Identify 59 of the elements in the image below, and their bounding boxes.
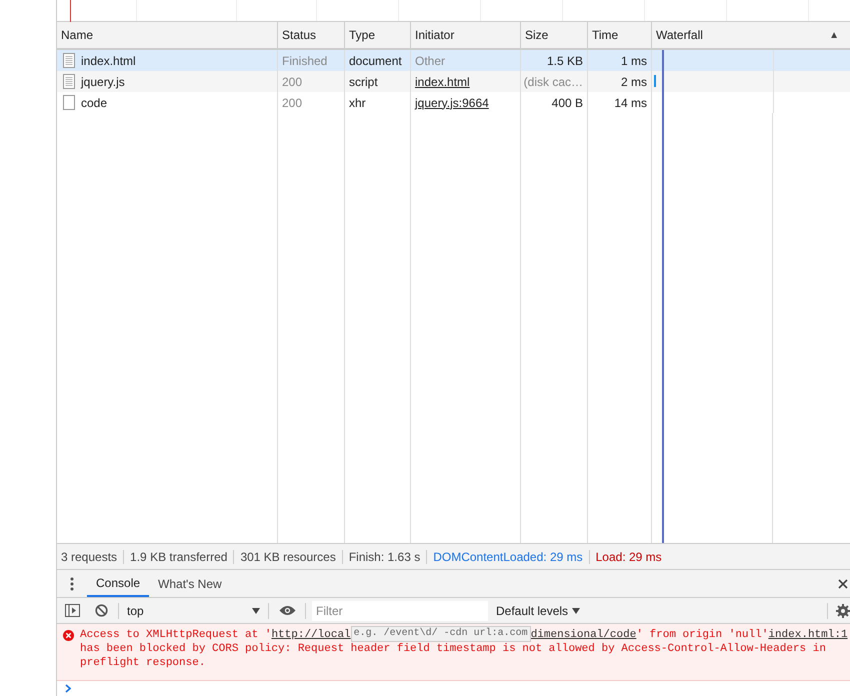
status-text: 200 [282, 94, 302, 112]
time-text: 2 ms [620, 74, 647, 90]
size-text: 400 B [552, 94, 583, 112]
initiator-text: Other [415, 52, 446, 70]
column-header[interactable]: Size [521, 22, 588, 48]
prompt-icon [65, 684, 71, 693]
load-marker [70, 0, 71, 22]
size-text: (disk cac… [524, 74, 583, 90]
summary-text: 3 requests [61, 548, 118, 566]
error-text: has been blocked by CORS policy: Request header field timestamp is not allowed by Access-Control-Allow-Headers in preflight response. [80, 642, 827, 670]
file-icon [63, 95, 75, 110]
drawer-tab[interactable]: What's New [149, 570, 231, 597]
source-link[interactable]: index.html:1 [768, 628, 848, 642]
type-text: script [349, 74, 378, 90]
url-link[interactable]: http://local [271, 628, 351, 642]
sidebar-toggle-icon[interactable] [65, 604, 80, 617]
file-name: code [81, 94, 108, 112]
initiator-link[interactable]: index.html [415, 72, 470, 90]
file-name: jquery.js [81, 74, 125, 90]
summary-text: 1.9 KB transferred [130, 548, 228, 566]
filter-tooltip: e.g. /event\d/ -cdn url:a.com [350, 626, 531, 642]
caret-icon [572, 608, 580, 614]
eye-icon[interactable] [279, 605, 296, 616]
size-text: 1.5 KB [546, 52, 583, 70]
caret-icon [252, 608, 260, 614]
type-text: document [349, 52, 402, 70]
time-text: 14 ms [614, 94, 647, 112]
column-header[interactable]: Type [345, 22, 411, 48]
column-header[interactable]: Name [57, 22, 278, 48]
error-text: Access to XMLHttpRequest at ' [80, 628, 272, 642]
column-header[interactable]: Time [588, 22, 652, 48]
context-dropdown[interactable]: top [127, 602, 264, 620]
sort-indicator[interactable]: ▲ [829, 28, 839, 42]
url-link[interactable]: dimensional/code [530, 628, 636, 642]
filter-field[interactable]: Filter [312, 600, 488, 620]
time-text: 1 ms [620, 52, 647, 70]
request-row[interactable]: jquery.js 200 script index.html (disk cac… 2 ms [57, 71, 850, 92]
settings-icon[interactable] [836, 604, 850, 618]
summary-text: DOMContentLoaded: 29 ms [433, 548, 583, 566]
summary-text: 301 KB resources [240, 548, 336, 566]
file-icon [63, 74, 75, 89]
column-header[interactable]: Status [278, 22, 345, 48]
summary-text: Load: 29 ms [596, 548, 662, 566]
initiator-link[interactable]: jquery.js:9664 [415, 94, 489, 112]
summary-text: Finish: 1.63 s [348, 548, 420, 566]
column-header[interactable]: Waterfall [656, 26, 703, 44]
levels-dropdown[interactable]: Default levels [496, 602, 580, 620]
error-text: ' from origin 'null' [636, 628, 768, 642]
status-text: Finished [282, 52, 328, 70]
close-icon[interactable] [838, 578, 848, 588]
status-text: 200 [282, 74, 302, 90]
clear-icon[interactable] [95, 604, 108, 617]
column-header[interactable]: Initiator [411, 22, 521, 48]
type-text: xhr [349, 94, 366, 112]
file-name: index.html [81, 52, 136, 70]
error-icon [63, 630, 74, 641]
file-icon [63, 53, 75, 68]
request-row[interactable]: index.html Finished document Other 1.5 KB 1 ms [57, 50, 850, 71]
more-icon[interactable] [70, 576, 74, 590]
